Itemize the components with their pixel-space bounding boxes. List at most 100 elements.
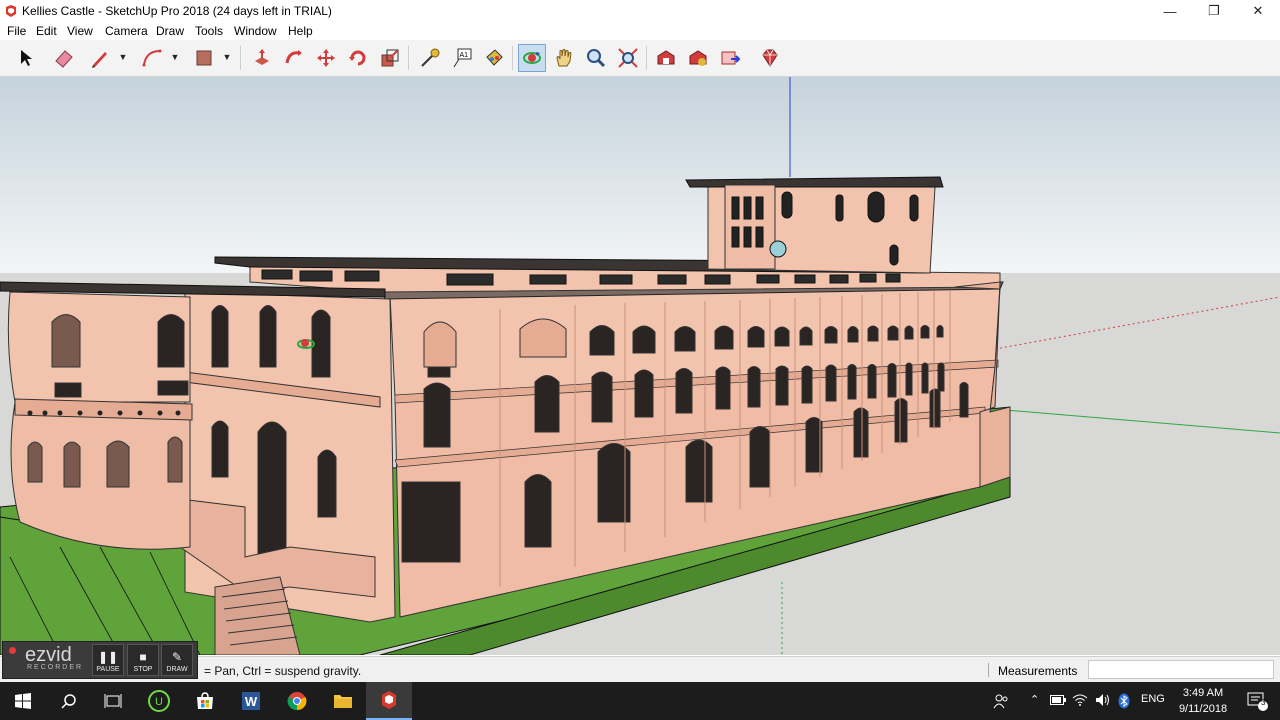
menu-edit[interactable]: Edit <box>36 24 57 38</box>
pan-tool-button[interactable] <box>550 44 578 72</box>
scale-icon <box>381 49 399 67</box>
menu-camera[interactable]: Camera <box>105 24 148 38</box>
menu-bar: File Edit View Camera Draw Tools Window … <box>0 22 1280 40</box>
follow-me-icon <box>285 50 302 64</box>
tape-measure-tool-button[interactable] <box>416 44 444 72</box>
large-toolset-toolbar: ▼ ▼ ▼ A1 <box>0 40 1280 77</box>
extension-manager-tool-button[interactable] <box>756 44 784 72</box>
paint-bucket-tool-button[interactable] <box>480 44 508 72</box>
draw-label: DRAW <box>166 666 188 673</box>
sky <box>0 77 1280 277</box>
system-clock[interactable]: 3:49 AM 9/11/2018 <box>1168 685 1238 717</box>
sketchup-logo-icon <box>6 5 16 17</box>
status-hint: = Pan, Ctrl = suspend gravity. <box>204 664 362 678</box>
battery-icon[interactable] <box>1050 695 1066 705</box>
arc-tool-dropdown[interactable]: ▼ <box>170 50 180 64</box>
extension-warehouse-tool-button[interactable] <box>684 44 712 72</box>
draw-button[interactable]: ✎ DRAW <box>161 644 193 676</box>
arc-tool-button[interactable] <box>138 44 166 72</box>
rectangle-tool-dropdown[interactable]: ▼ <box>222 50 232 64</box>
task-view-icon <box>104 694 122 708</box>
search-button[interactable] <box>46 682 92 720</box>
line-tool-button[interactable] <box>86 44 114 72</box>
action-center-button[interactable]: 3 <box>1234 682 1280 720</box>
tower-round-window <box>769 240 787 258</box>
menu-file[interactable]: File <box>7 24 26 38</box>
scale-tool-button[interactable] <box>376 44 404 72</box>
pause-button[interactable]: ❚❚ PAUSE <box>92 644 124 676</box>
3d-warehouse-tool-button[interactable] <box>652 44 680 72</box>
menu-tools[interactable]: Tools <box>195 24 223 38</box>
word-taskbar-button[interactable]: W <box>228 682 274 720</box>
stop-icon: ■ <box>139 650 147 664</box>
task-view-button[interactable] <box>90 682 136 720</box>
push-pull-icon <box>255 49 269 65</box>
menu-view[interactable]: View <box>67 24 93 38</box>
line-tool-dropdown[interactable]: ▼ <box>118 50 128 64</box>
people-icon[interactable] <box>993 693 1009 709</box>
svg-text:U: U <box>155 696 163 708</box>
file-explorer-taskbar-button[interactable] <box>320 682 366 720</box>
clock-date: 9/11/2018 <box>1178 703 1228 715</box>
menu-help[interactable]: Help <box>288 24 313 38</box>
search-icon <box>61 694 76 709</box>
status-separator <box>988 663 989 677</box>
upwork-taskbar-button[interactable]: U <box>136 682 182 720</box>
push-pull-tool-button[interactable] <box>248 44 276 72</box>
toolbar-separator <box>646 46 647 70</box>
send-to-layout-tool-button[interactable] <box>716 44 744 72</box>
move-tool-button[interactable] <box>312 44 340 72</box>
tape-measure-icon <box>421 48 440 67</box>
wifi-icon[interactable] <box>1072 693 1088 707</box>
draw-pen-icon: ✎ <box>171 650 183 664</box>
pause-icon: ❚❚ <box>97 650 119 664</box>
store-icon <box>197 692 213 709</box>
measurements-label: Measurements <box>998 664 1078 678</box>
clock-time: 3:49 AM <box>1182 687 1224 699</box>
minimize-button[interactable]: — <box>1148 0 1192 22</box>
chrome-taskbar-button[interactable] <box>274 682 320 720</box>
start-button[interactable] <box>0 682 46 720</box>
maximize-button[interactable]: ❐ <box>1192 0 1236 22</box>
upwork-icon: U <box>148 690 170 712</box>
text-tool-button[interactable]: A1 <box>448 44 476 72</box>
arc-icon <box>142 49 162 67</box>
file-explorer-icon <box>334 695 352 708</box>
zoom-extents-icon <box>618 48 638 68</box>
eraser-tool-button[interactable] <box>50 44 78 72</box>
window-title: Kellies Castle - SketchUp Pro 2018 (24 d… <box>22 4 332 18</box>
orbit-tool-button[interactable] <box>518 44 546 72</box>
orbit-icon <box>523 52 541 64</box>
pencil-icon <box>92 52 107 68</box>
zoom-extents-tool-button[interactable] <box>614 44 642 72</box>
close-button[interactable]: ✕ <box>1236 0 1280 22</box>
windows-taskbar: U W ⌃ ENG 3:49 AM 9/11/2018 3 <box>0 682 1280 720</box>
text-icon: A1 <box>453 48 472 68</box>
sketchup-taskbar-button[interactable] <box>366 682 412 720</box>
modeling-viewport[interactable] <box>0 77 1280 655</box>
hand-icon <box>556 49 572 67</box>
menu-draw[interactable]: Draw <box>156 24 184 38</box>
volume-icon[interactable] <box>1095 693 1111 707</box>
zoom-tool-button[interactable] <box>582 44 610 72</box>
menu-window[interactable]: Window <box>234 24 277 38</box>
store-taskbar-button[interactable] <box>182 682 228 720</box>
rotate-tool-button[interactable] <box>344 44 372 72</box>
select-tool-button[interactable] <box>12 44 40 72</box>
rectangle-tool-button[interactable] <box>190 44 218 72</box>
toolbar-separator <box>240 46 241 70</box>
bluetooth-icon[interactable] <box>1118 693 1130 709</box>
recording-indicator-icon <box>9 647 16 654</box>
stop-button[interactable]: ■ STOP <box>127 644 159 676</box>
toolbar-separator <box>512 46 513 70</box>
measurements-input[interactable] <box>1088 660 1274 679</box>
sketchup-icon <box>382 691 396 709</box>
svg-text:W: W <box>245 694 258 709</box>
move-icon <box>317 49 335 67</box>
paint-bucket-icon <box>486 49 503 66</box>
input-language[interactable]: ENG <box>1141 693 1165 705</box>
follow-me-tool-button[interactable] <box>280 44 308 72</box>
chevron-up-icon[interactable]: ⌃ <box>1030 693 1039 706</box>
extension-icon <box>689 50 707 66</box>
ezvid-recorder-overlay: ezvid RECORDER ❚❚ PAUSE ■ STOP ✎ DRAW <box>2 641 198 679</box>
